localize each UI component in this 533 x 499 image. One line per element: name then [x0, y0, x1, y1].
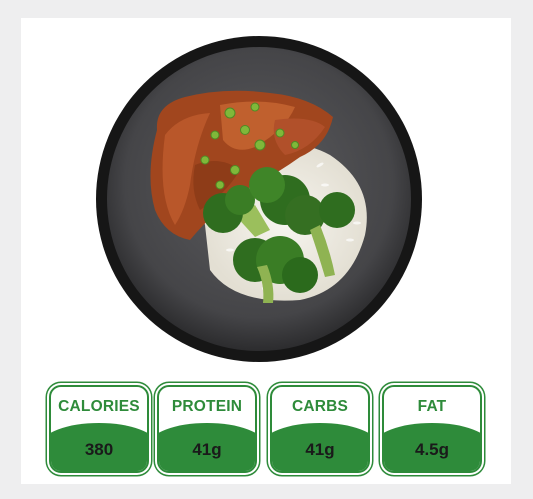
calories-value: 380	[84, 440, 114, 459]
fat-badge: FAT 4.5g	[382, 385, 482, 473]
fat-value: 4.5g	[414, 440, 450, 459]
plate-illustration	[96, 36, 422, 362]
protein-label: PROTEIN	[171, 398, 243, 415]
calories-badge: CALORIES 380	[49, 385, 149, 473]
protein-value: 41g	[192, 440, 222, 459]
fat-label: FAT	[417, 398, 447, 415]
carbs-value: 41g	[305, 440, 335, 459]
protein-badge: PROTEIN 41g	[157, 385, 257, 473]
meal-card: CALORIES 380 PROTEIN 41g CARBS 41g FAT 4…	[21, 18, 511, 484]
nutrition-facts: CALORIES 380 PROTEIN 41g CARBS 41g FAT 4…	[49, 385, 489, 477]
carbs-label: CARBS	[291, 398, 349, 415]
carbs-badge: CARBS 41g	[270, 385, 370, 473]
meal-photo	[95, 35, 423, 363]
calories-label: CALORIES	[58, 398, 140, 415]
